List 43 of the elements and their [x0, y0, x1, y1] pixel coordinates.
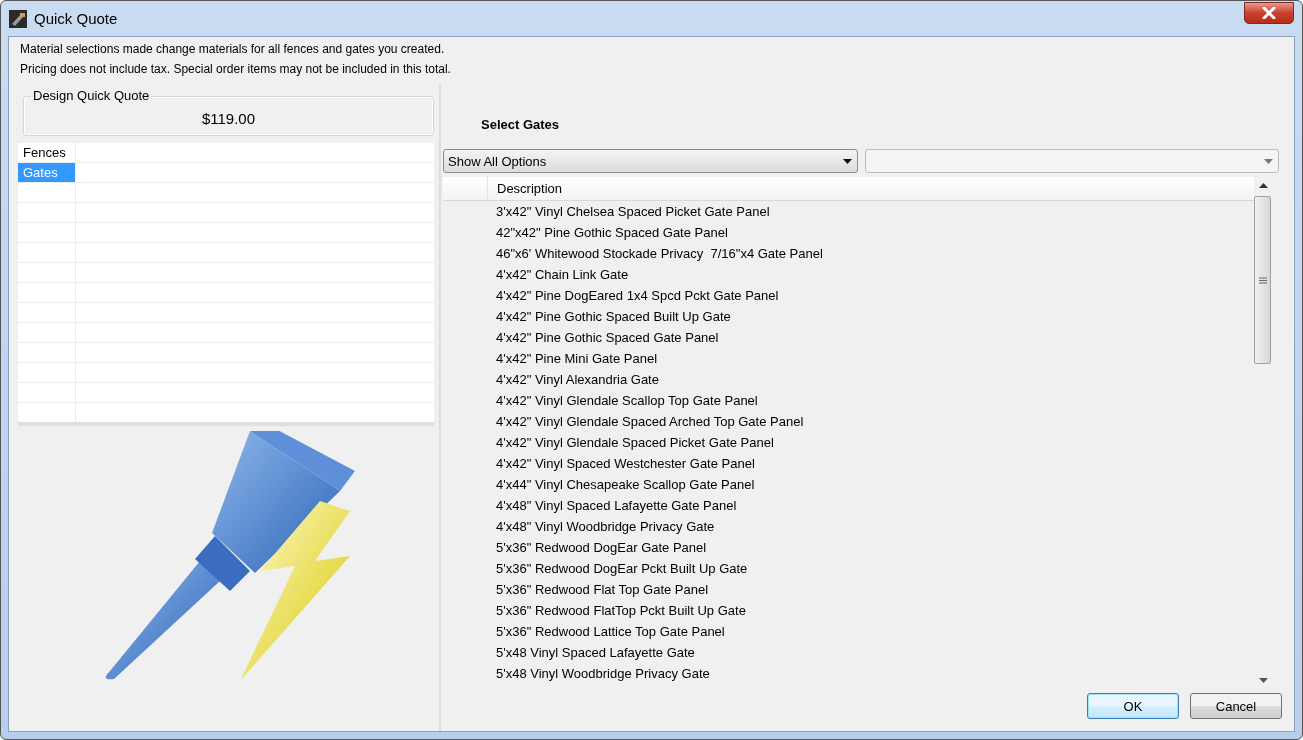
column-header[interactable]: Description: [488, 177, 563, 200]
table-cell[interactable]: 4'x42" Pine DogEared 1x4 Spcd Pckt Gate Panel: [443, 285, 1254, 306]
table-cell[interactable]: 5'x48 Vinyl Woodbridge Privacy Gate: [443, 663, 1254, 684]
table-cell[interactable]: 46"x6' Whitewood Stockade Privacy 7/16"x4 Gate Panel: [443, 243, 1254, 264]
table-cell[interactable]: 4'x42" Vinyl Glendale Spaced Picket Gate Panel: [443, 432, 1254, 453]
scroll-down-icon[interactable]: [1258, 678, 1268, 683]
grip-icon: [1258, 276, 1267, 284]
table-cell[interactable]: 4'x42" Pine Gothic Spaced Built Up Gate: [443, 306, 1254, 327]
filter-dropdown[interactable]: Show All Options: [443, 149, 858, 173]
table-cell[interactable]: 5'x36" Redwood Lattice Top Gate Panel: [443, 621, 1254, 642]
table-cell[interactable]: 5'x36" Redwood DogEar Pckt Built Up Gate: [443, 558, 1254, 579]
group-label: Design Quick Quote: [31, 88, 152, 103]
table-cell[interactable]: 4'x42" Vinyl Glendale Scallop Top Gate Panel: [443, 390, 1254, 411]
window-title: Quick Quote: [34, 10, 119, 27]
table-cell[interactable]: 4'x48" Vinyl Woodbridge Privacy Gate: [443, 516, 1254, 537]
table-cell[interactable]: 4'x42" Vinyl Spaced Westchester Gate Panel: [443, 453, 1254, 474]
table-cell[interactable]: 4'x42" Pine Mini Gate Panel: [443, 348, 1254, 369]
quote-total: $119.00: [201, 108, 256, 127]
info-text: Pricing does not include tax. Special order items may not be included in this total.: [20, 61, 452, 78]
table-cell[interactable]: 5'x36" Redwood Flat Top Gate Panel: [443, 579, 1254, 600]
table-cell[interactable]: 5'x36" Redwood DogEar Gate Panel: [443, 537, 1254, 558]
dropdown-arrow-icon: [843, 158, 852, 164]
scrollbar-thumb[interactable]: [1254, 196, 1271, 364]
table-cell[interactable]: 4'x42" Pine Gothic Spaced Gate Panel: [443, 327, 1254, 348]
app-icon: [9, 9, 27, 28]
ok-button[interactable]: OK: [1087, 693, 1179, 719]
scroll-up-icon[interactable]: [1258, 183, 1268, 188]
close-icon: [1262, 6, 1276, 19]
table-cell[interactable]: 3'x42" Vinyl Chelsea Spaced Picket Gate Panel: [443, 201, 1254, 222]
info-text: Material selections made change materials for all fences and gates you created.: [20, 41, 446, 58]
table-cell[interactable]: 5'x36" Redwood FlatTop Pckt Built Up Gate: [443, 600, 1254, 621]
table-cell[interactable]: 42"x42" Pine Gothic Spaced Gate Panel: [443, 222, 1254, 243]
table-cell[interactable]: 4'x42" Vinyl Glendale Spaced Arched Top Gate Panel: [443, 411, 1254, 432]
dropdown-arrow-icon: [1264, 158, 1273, 164]
table-cell[interactable]: 4'x42" Chain Link Gate: [443, 264, 1254, 285]
close-button[interactable]: [1244, 1, 1294, 24]
section-title: Select Gates: [480, 116, 561, 134]
cancel-button[interactable]: Cancel: [1190, 693, 1282, 719]
table-cell[interactable]: 4'x48" Vinyl Spaced Lafayette Gate Panel: [443, 495, 1254, 516]
table-cell[interactable]: 5'x48 Vinyl Spaced Lafayette Gate: [443, 642, 1254, 663]
category-item[interactable]: Fences: [18, 143, 76, 162]
table-cell[interactable]: 4'x44" Vinyl Chesapeake Scallop Gate Panel: [443, 474, 1254, 495]
table-cell[interactable]: 4'x42" Vinyl Alexandria Gate: [443, 369, 1254, 390]
